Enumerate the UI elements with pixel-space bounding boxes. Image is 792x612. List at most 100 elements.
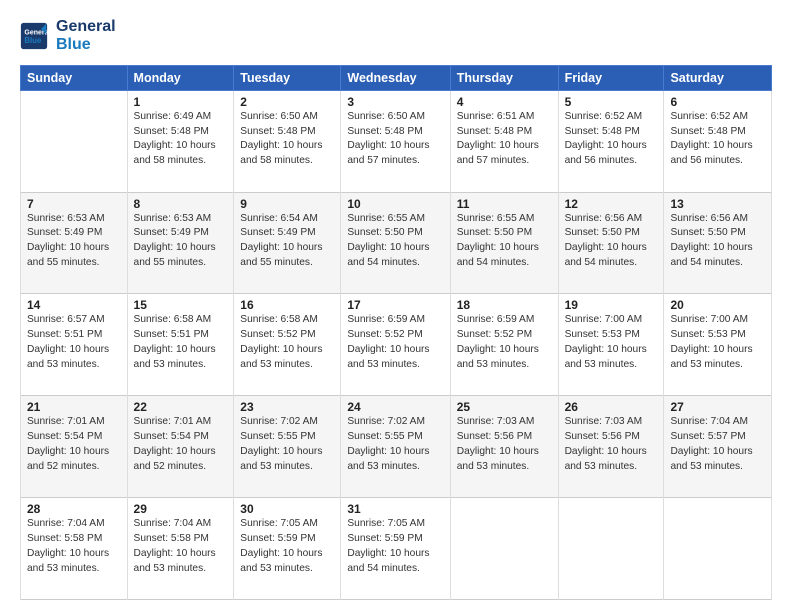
weekday-header-thursday: Thursday <box>450 65 558 90</box>
cell-text: Sunrise: 7:01 AM Sunset: 5:54 PM Dayligh… <box>134 415 228 474</box>
calendar-cell: 8Sunrise: 6:53 AM Sunset: 5:49 PM Daylig… <box>127 192 234 294</box>
calendar-cell: 16Sunrise: 6:58 AM Sunset: 5:52 PM Dayli… <box>234 294 341 396</box>
calendar-cell: 18Sunrise: 6:59 AM Sunset: 5:52 PM Dayli… <box>450 294 558 396</box>
calendar-week-row: 28Sunrise: 7:04 AM Sunset: 5:58 PM Dayli… <box>21 498 772 600</box>
calendar-cell: 22Sunrise: 7:01 AM Sunset: 5:54 PM Dayli… <box>127 396 234 498</box>
cell-text: Sunrise: 6:59 AM Sunset: 5:52 PM Dayligh… <box>457 313 552 372</box>
calendar-cell: 26Sunrise: 7:03 AM Sunset: 5:56 PM Dayli… <box>558 396 664 498</box>
day-number: 10 <box>347 197 443 211</box>
cell-text: Sunrise: 6:58 AM Sunset: 5:52 PM Dayligh… <box>240 313 334 372</box>
header: General Blue General Blue <box>20 18 772 55</box>
cell-text: Sunrise: 6:55 AM Sunset: 5:50 PM Dayligh… <box>347 212 443 271</box>
cell-text: Sunrise: 7:02 AM Sunset: 5:55 PM Dayligh… <box>347 415 443 474</box>
day-number: 6 <box>670 95 765 109</box>
calendar-cell: 13Sunrise: 6:56 AM Sunset: 5:50 PM Dayli… <box>664 192 772 294</box>
weekday-header-tuesday: Tuesday <box>234 65 341 90</box>
cell-text: Sunrise: 6:58 AM Sunset: 5:51 PM Dayligh… <box>134 313 228 372</box>
calendar-cell <box>21 90 128 192</box>
calendar-week-row: 1Sunrise: 6:49 AM Sunset: 5:48 PM Daylig… <box>21 90 772 192</box>
day-number: 29 <box>134 502 228 516</box>
day-number: 1 <box>134 95 228 109</box>
day-number: 23 <box>240 400 334 414</box>
cell-text: Sunrise: 6:59 AM Sunset: 5:52 PM Dayligh… <box>347 313 443 372</box>
calendar-cell: 23Sunrise: 7:02 AM Sunset: 5:55 PM Dayli… <box>234 396 341 498</box>
calendar-cell <box>664 498 772 600</box>
calendar-cell: 9Sunrise: 6:54 AM Sunset: 5:49 PM Daylig… <box>234 192 341 294</box>
weekday-header-sunday: Sunday <box>21 65 128 90</box>
cell-text: Sunrise: 6:53 AM Sunset: 5:49 PM Dayligh… <box>27 212 121 271</box>
cell-text: Sunrise: 6:56 AM Sunset: 5:50 PM Dayligh… <box>670 212 765 271</box>
cell-text: Sunrise: 6:51 AM Sunset: 5:48 PM Dayligh… <box>457 110 552 169</box>
day-number: 27 <box>670 400 765 414</box>
calendar-week-row: 7Sunrise: 6:53 AM Sunset: 5:49 PM Daylig… <box>21 192 772 294</box>
day-number: 16 <box>240 298 334 312</box>
day-number: 13 <box>670 197 765 211</box>
day-number: 4 <box>457 95 552 109</box>
calendar-cell: 29Sunrise: 7:04 AM Sunset: 5:58 PM Dayli… <box>127 498 234 600</box>
calendar-cell: 3Sunrise: 6:50 AM Sunset: 5:48 PM Daylig… <box>341 90 450 192</box>
day-number: 5 <box>565 95 658 109</box>
day-number: 19 <box>565 298 658 312</box>
calendar-cell: 4Sunrise: 6:51 AM Sunset: 5:48 PM Daylig… <box>450 90 558 192</box>
cell-text: Sunrise: 6:55 AM Sunset: 5:50 PM Dayligh… <box>457 212 552 271</box>
day-number: 28 <box>27 502 121 516</box>
cell-text: Sunrise: 6:56 AM Sunset: 5:50 PM Dayligh… <box>565 212 658 271</box>
day-number: 24 <box>347 400 443 414</box>
day-number: 8 <box>134 197 228 211</box>
calendar-cell: 15Sunrise: 6:58 AM Sunset: 5:51 PM Dayli… <box>127 294 234 396</box>
logo-icon: General Blue <box>20 22 48 50</box>
cell-text: Sunrise: 7:00 AM Sunset: 5:53 PM Dayligh… <box>565 313 658 372</box>
day-number: 30 <box>240 502 334 516</box>
cell-text: Sunrise: 6:50 AM Sunset: 5:48 PM Dayligh… <box>240 110 334 169</box>
calendar-week-row: 21Sunrise: 7:01 AM Sunset: 5:54 PM Dayli… <box>21 396 772 498</box>
day-number: 22 <box>134 400 228 414</box>
cell-text: Sunrise: 7:01 AM Sunset: 5:54 PM Dayligh… <box>27 415 121 474</box>
day-number: 11 <box>457 197 552 211</box>
calendar-cell: 6Sunrise: 6:52 AM Sunset: 5:48 PM Daylig… <box>664 90 772 192</box>
day-number: 3 <box>347 95 443 109</box>
calendar-cell: 7Sunrise: 6:53 AM Sunset: 5:49 PM Daylig… <box>21 192 128 294</box>
logo-blue: Blue <box>56 36 116 54</box>
day-number: 18 <box>457 298 552 312</box>
calendar-cell: 28Sunrise: 7:04 AM Sunset: 5:58 PM Dayli… <box>21 498 128 600</box>
calendar-cell: 27Sunrise: 7:04 AM Sunset: 5:57 PM Dayli… <box>664 396 772 498</box>
calendar-cell <box>558 498 664 600</box>
cell-text: Sunrise: 7:04 AM Sunset: 5:58 PM Dayligh… <box>27 517 121 576</box>
cell-text: Sunrise: 7:04 AM Sunset: 5:58 PM Dayligh… <box>134 517 228 576</box>
day-number: 15 <box>134 298 228 312</box>
day-number: 2 <box>240 95 334 109</box>
cell-text: Sunrise: 7:05 AM Sunset: 5:59 PM Dayligh… <box>347 517 443 576</box>
day-number: 9 <box>240 197 334 211</box>
calendar-cell: 12Sunrise: 6:56 AM Sunset: 5:50 PM Dayli… <box>558 192 664 294</box>
calendar-cell: 2Sunrise: 6:50 AM Sunset: 5:48 PM Daylig… <box>234 90 341 192</box>
day-number: 20 <box>670 298 765 312</box>
day-number: 25 <box>457 400 552 414</box>
calendar-cell: 20Sunrise: 7:00 AM Sunset: 5:53 PM Dayli… <box>664 294 772 396</box>
cell-text: Sunrise: 7:00 AM Sunset: 5:53 PM Dayligh… <box>670 313 765 372</box>
cell-text: Sunrise: 6:57 AM Sunset: 5:51 PM Dayligh… <box>27 313 121 372</box>
weekday-header-wednesday: Wednesday <box>341 65 450 90</box>
calendar-cell: 17Sunrise: 6:59 AM Sunset: 5:52 PM Dayli… <box>341 294 450 396</box>
day-number: 12 <box>565 197 658 211</box>
logo: General Blue General Blue <box>20 18 116 55</box>
weekday-header-row: SundayMondayTuesdayWednesdayThursdayFrid… <box>21 65 772 90</box>
calendar-cell: 11Sunrise: 6:55 AM Sunset: 5:50 PM Dayli… <box>450 192 558 294</box>
cell-text: Sunrise: 6:53 AM Sunset: 5:49 PM Dayligh… <box>134 212 228 271</box>
calendar-cell: 19Sunrise: 7:00 AM Sunset: 5:53 PM Dayli… <box>558 294 664 396</box>
cell-text: Sunrise: 7:03 AM Sunset: 5:56 PM Dayligh… <box>565 415 658 474</box>
day-number: 7 <box>27 197 121 211</box>
calendar-cell: 24Sunrise: 7:02 AM Sunset: 5:55 PM Dayli… <box>341 396 450 498</box>
calendar-cell: 5Sunrise: 6:52 AM Sunset: 5:48 PM Daylig… <box>558 90 664 192</box>
day-number: 26 <box>565 400 658 414</box>
cell-text: Sunrise: 7:02 AM Sunset: 5:55 PM Dayligh… <box>240 415 334 474</box>
cell-text: Sunrise: 7:05 AM Sunset: 5:59 PM Dayligh… <box>240 517 334 576</box>
day-number: 21 <box>27 400 121 414</box>
cell-text: Sunrise: 6:49 AM Sunset: 5:48 PM Dayligh… <box>134 110 228 169</box>
weekday-header-monday: Monday <box>127 65 234 90</box>
calendar-cell: 10Sunrise: 6:55 AM Sunset: 5:50 PM Dayli… <box>341 192 450 294</box>
cell-text: Sunrise: 7:03 AM Sunset: 5:56 PM Dayligh… <box>457 415 552 474</box>
cell-text: Sunrise: 7:04 AM Sunset: 5:57 PM Dayligh… <box>670 415 765 474</box>
cell-text: Sunrise: 6:54 AM Sunset: 5:49 PM Dayligh… <box>240 212 334 271</box>
svg-text:Blue: Blue <box>24 36 42 45</box>
calendar-cell: 14Sunrise: 6:57 AM Sunset: 5:51 PM Dayli… <box>21 294 128 396</box>
